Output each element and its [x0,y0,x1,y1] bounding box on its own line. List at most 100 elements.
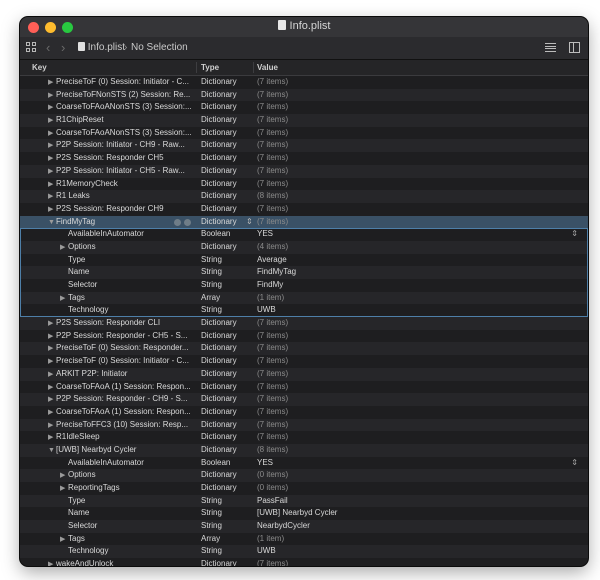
row-value[interactable]: (7 items) [257,406,577,419]
row-key[interactable]: ▶ P2P Session: Initiator - CH5 - Raw... [20,165,224,179]
plist-row[interactable]: ▶ Options Dictionary (0 items) [20,469,588,482]
plist-row[interactable]: ▶ PreciseToF (0) Session: Initiator - C..… [20,76,588,89]
plist-row[interactable]: Name String FindMyTag [20,266,588,279]
row-value[interactable]: YES [257,457,577,470]
breadcrumb-selection[interactable]: No Selection [131,37,188,59]
plist-row[interactable]: ▶ PreciseToFNonSTS (2) Session: Re... Dict… [20,88,588,103]
row-type[interactable]: Dictionary [201,203,255,216]
plist-row[interactable]: ▶ Tags Array (1 item) [20,533,588,546]
row-value[interactable]: (7 items) [257,89,577,102]
row-value[interactable]: FindMy [257,279,577,292]
row-key[interactable]: ▶ PreciseToF (0) Session: Initiator - C..… [20,355,224,369]
row-key[interactable]: ▼[UWB] Nearbyd Cycler [20,444,224,458]
row-value[interactable]: (0 items) [257,469,577,482]
row-key[interactable]: ▶ PreciseToFNonSTS (2) Session: Re... [20,89,224,103]
row-type[interactable]: Boolean [201,228,255,241]
row-value[interactable]: (0 items) [257,482,577,495]
plist-row[interactable]: ▶ P2S Session: Responder CH9 Dictionary (7 … [20,203,588,216]
row-value[interactable]: (7 items) [257,127,577,140]
type-column-header[interactable]: Type [201,63,219,72]
row-key[interactable]: ▶ R1 Leaks [20,190,224,204]
row-key[interactable]: ▶ wakeAndUnlock [20,558,224,566]
plist-row[interactable]: Technology String UWB [20,545,588,559]
plist-row[interactable]: ▶ PreciseToF (0) Session: Responder... Dic… [20,342,588,356]
disclosure-collapsed-icon[interactable]: ▶ [48,559,56,566]
plist-row[interactable]: ▶ PreciseToF (0) Session: Initiator - C..… [20,355,588,368]
row-key[interactable]: ▶ P2S Session: Responder CLI [20,317,224,331]
plist-row[interactable]: Type String Average [20,254,588,267]
row-type[interactable]: Dictionary [201,317,255,330]
plist-row[interactable]: ▶ P2S Session: Responder CH5 Dictionary (7 … [20,152,588,165]
row-type[interactable]: Dictionary [201,431,255,444]
row-value[interactable]: (7 items) [257,368,577,381]
row-type[interactable]: Dictionary [201,216,255,229]
plist-row[interactable]: ▶ P2S Session: Responder CLI Dictionary (7 … [20,317,588,330]
row-type[interactable]: Dictionary [201,76,255,89]
row-type[interactable]: String [201,520,255,533]
row-key[interactable]: ▶ R1MemoryCheck [20,178,224,192]
row-type[interactable]: Dictionary [201,393,255,406]
plist-row[interactable]: ▶ R1IdleSleep Dictionary (7 items) [20,431,588,444]
row-type[interactable]: Dictionary [201,381,255,394]
row-key[interactable]: ▶ CoarseToFAoANonSTS (3) Session:... [20,127,224,141]
row-value[interactable]: (7 items) [257,152,577,165]
row-type[interactable]: Dictionary [201,139,255,152]
row-type[interactable]: Dictionary [201,178,255,191]
row-value[interactable]: (7 items) [257,165,577,178]
row-key[interactable]: ▶ CoarseToFAoA (1) Session: Respon... [20,381,224,395]
row-type[interactable]: Dictionary [201,127,255,140]
row-value[interactable]: UWB [257,304,577,317]
row-type[interactable]: Dictionary [201,469,255,482]
plist-row[interactable]: ▶ wakeAndUnlock Dictionary (7 items) [20,558,588,566]
row-value[interactable]: (7 items) [257,330,577,343]
row-value[interactable]: (7 items) [257,355,577,368]
value-popup-icon[interactable]: ⇕ [571,457,578,470]
row-type[interactable]: Dictionary [201,355,255,368]
row-value[interactable]: Average [257,254,577,267]
value-column-header[interactable]: Value [257,63,278,72]
row-type[interactable]: Dictionary [201,152,255,165]
row-type[interactable]: Dictionary [201,342,255,355]
plist-row[interactable]: ▼[UWB] Nearbyd Cycler Dictionary (8 items) [20,443,588,458]
row-type[interactable]: String [201,279,255,292]
row-type[interactable]: Dictionary [201,89,255,102]
row-value[interactable]: (7 items) [257,203,577,216]
forward-arrow-icon[interactable]: › [61,37,65,59]
plist-row[interactable]: Name String [UWB] Nearbyd Cycler [20,507,588,520]
row-value[interactable]: (7 items) [257,114,577,127]
add-item-icon[interactable] [174,218,181,226]
plist-row[interactable]: AvailableInAutomator Boolean YES ⇕ [20,228,588,241]
row-type[interactable]: Array [201,533,255,546]
row-value[interactable]: (7 items) [257,381,577,394]
back-arrow-icon[interactable]: ‹ [46,37,50,59]
row-type[interactable]: Dictionary [201,330,255,343]
plist-row[interactable]: Technology String UWB [20,304,588,317]
inspector-toggle-icon[interactable] [569,42,580,53]
plist-row[interactable]: ▶ CoarseToFAoANonSTS (3) Session:... Dicti… [20,101,588,114]
row-value[interactable]: (1 item) [257,292,577,305]
row-type[interactable]: Dictionary [201,419,255,432]
row-type[interactable]: Dictionary [201,368,255,381]
row-type[interactable]: String [201,304,255,317]
row-value[interactable]: (7 items) [257,431,577,444]
row-key[interactable]: ▶ PreciseToF (0) Session: Responder... [20,342,224,356]
row-type[interactable]: Array [201,292,255,305]
plist-row[interactable]: ▶ R1ChipReset Dictionary (7 items) [20,114,588,127]
row-type[interactable]: Dictionary [201,165,255,178]
row-value[interactable]: (7 items) [257,393,577,406]
plist-row[interactable]: ▶ PreciseToFFC3 (10) Session: Resp... Dict… [20,418,588,432]
row-value[interactable]: (8 items) [257,190,577,203]
value-popup-icon[interactable]: ⇕ [571,228,578,241]
row-key[interactable]: ▶ CoarseToFAoA (1) Session: Respon... [20,406,224,420]
plist-row[interactable]: ▶ P2P Session: Responder - CH5 - S... Dict… [20,330,588,343]
row-value[interactable]: (7 items) [257,178,577,191]
row-key[interactable]: ▶ P2S Session: Responder CH9 [20,203,224,217]
plist-row[interactable]: Selector String FindMy [20,279,588,292]
plist-row[interactable]: ▶ P2P Session: Initiator - CH9 - Raw... Di… [20,139,588,153]
row-value[interactable]: (4 items) [257,241,577,254]
row-key[interactable]: ▶ P2S Session: Responder CH5 [20,152,224,166]
row-value[interactable]: (7 items) [257,216,577,229]
row-value[interactable]: YES [257,228,577,241]
row-value[interactable]: (7 items) [257,139,577,152]
plist-row[interactable]: ▶ ARKIT P2P: Initiator Dictionary (7 items) [20,367,588,381]
